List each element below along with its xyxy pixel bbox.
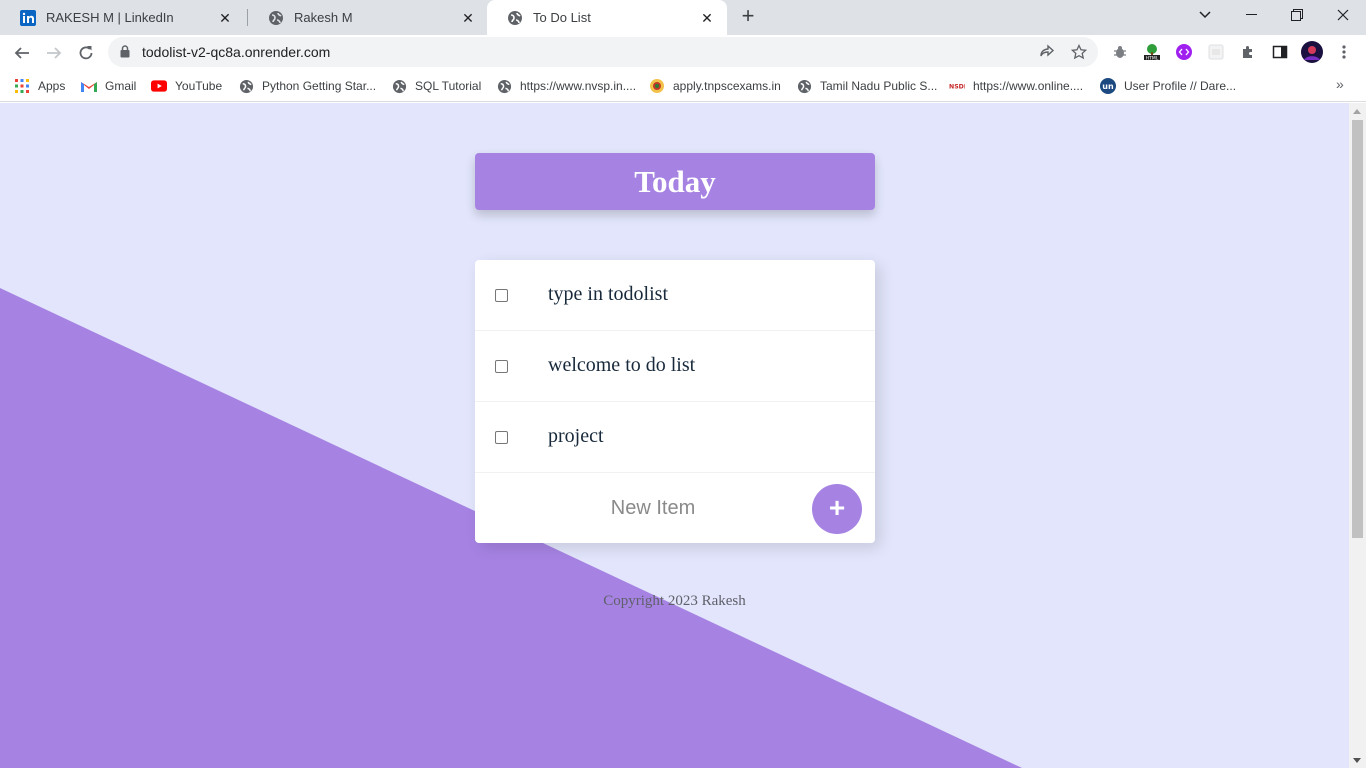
lock-icon[interactable]: [120, 45, 130, 63]
page-scrollbar[interactable]: [1349, 103, 1366, 768]
close-tab-icon[interactable]: ✕: [699, 10, 715, 26]
bookmark-youtube[interactable]: YouTube: [151, 77, 222, 95]
tab-strip: RAKESH M | LinkedIn ✕ Rakesh M ✕ To Do L…: [0, 0, 1366, 35]
bookmark-label: https://www.online....: [973, 79, 1084, 93]
back-icon[interactable]: [8, 39, 36, 67]
bookmark-sql-tutorial[interactable]: SQL Tutorial: [391, 77, 481, 95]
footer-copyright: Copyright 2023 Rakesh: [603, 593, 746, 609]
globe-icon: [238, 78, 254, 94]
nsdl-icon: NSDL: [949, 78, 965, 94]
bookmark-label: SQL Tutorial: [415, 79, 482, 93]
bookmark-online[interactable]: NSDL https://www.online....: [949, 77, 1083, 95]
tab-title: To Do List: [533, 10, 591, 25]
bookmark-user-profile[interactable]: un User Profile // Dare...: [1100, 77, 1236, 95]
html-tree-extension-icon[interactable]: HTML: [1142, 42, 1162, 62]
url-text: todolist-v2-qc8a.onrender.com: [142, 44, 331, 60]
tab-rakesh[interactable]: Rakesh M ✕: [248, 0, 488, 35]
item-checkbox[interactable]: [495, 431, 508, 444]
youtube-icon: [151, 78, 167, 94]
item-text: project: [548, 425, 604, 447]
share-icon[interactable]: [1039, 44, 1055, 65]
extensions-puzzle-icon[interactable]: [1238, 42, 1258, 62]
close-tab-icon[interactable]: ✕: [460, 10, 476, 26]
globe-icon: [496, 78, 512, 94]
address-bar[interactable]: todolist-v2-qc8a.onrender.com: [108, 37, 1098, 67]
new-item-form: New Item +: [475, 473, 875, 543]
close-tab-icon[interactable]: ✕: [217, 10, 233, 26]
globe-icon: [391, 78, 407, 94]
profile-avatar[interactable]: [1300, 40, 1324, 64]
tab-todo-active[interactable]: To Do List ✕: [487, 0, 727, 35]
heading-box: Today: [475, 153, 875, 210]
gmail-icon: [81, 78, 97, 94]
bookmark-tamil-nadu[interactable]: Tamil Nadu Public S...: [796, 77, 937, 95]
tab-title: RAKESH M | LinkedIn: [46, 10, 174, 25]
bookmark-tnpsc[interactable]: apply.tnpscexams.in: [649, 77, 781, 95]
tab-linkedin[interactable]: RAKESH M | LinkedIn ✕: [0, 0, 245, 35]
code-extension-icon[interactable]: [1174, 42, 1194, 62]
add-item-button[interactable]: +: [812, 484, 862, 534]
emblem-icon: [649, 78, 665, 94]
item-text: type in todolist: [548, 283, 668, 305]
bug-extension-icon[interactable]: [1110, 42, 1130, 62]
apps-grid-icon: [14, 78, 30, 94]
svg-text:HTML: HTML: [1146, 55, 1159, 61]
restore-icon[interactable]: [1274, 0, 1320, 30]
blank-extension-icon[interactable]: [1206, 42, 1226, 62]
side-panel-icon[interactable]: [1270, 42, 1290, 62]
bookmark-label: User Profile // Dare...: [1124, 79, 1237, 93]
bookmark-label: YouTube: [175, 79, 223, 93]
bookmark-label: https://www.nvsp.in....: [520, 79, 637, 93]
bookmark-label: Apps: [38, 79, 66, 93]
globe-icon: [796, 78, 812, 94]
bookmark-apps[interactable]: Apps: [14, 77, 65, 95]
scroll-thumb[interactable]: [1352, 120, 1363, 538]
bookmark-label: apply.tnpscexams.in: [673, 79, 781, 93]
item-text: welcome to do list: [548, 354, 696, 376]
more-bookmarks-icon[interactable]: »: [1336, 76, 1344, 92]
item-checkbox[interactable]: [495, 289, 508, 302]
bookmark-label: Tamil Nadu Public S...: [820, 79, 938, 93]
globe-icon: [507, 10, 523, 26]
browser-toolbar: todolist-v2-qc8a.onrender.com HTML: [0, 35, 1366, 70]
todo-list: type in todolist welcome to do list proj…: [475, 260, 875, 543]
bookmark-label: Python Getting Star...: [262, 79, 377, 93]
bookmark-nvsp[interactable]: https://www.nvsp.in....: [496, 77, 636, 95]
reload-icon[interactable]: [72, 39, 100, 67]
list-item: type in todolist: [475, 260, 875, 331]
tab-title: Rakesh M: [294, 10, 353, 25]
scroll-down-arrow-icon[interactable]: [1353, 758, 1361, 763]
tab-search-icon[interactable]: [1182, 0, 1228, 30]
list-item: welcome to do list: [475, 331, 875, 402]
bookmark-gmail[interactable]: Gmail: [81, 77, 136, 95]
unstop-icon: un: [1100, 78, 1116, 94]
new-tab-icon[interactable]: +: [736, 5, 760, 29]
page-title: Today: [634, 163, 716, 199]
forward-icon[interactable]: [40, 39, 68, 67]
bookmarks-bar: Apps Gmail YouTube Python Getting Star..…: [0, 70, 1366, 102]
list-item: project: [475, 402, 875, 473]
svg-text:un: un: [1102, 82, 1114, 91]
page-viewport: Today type in todolist welcome to do lis…: [0, 103, 1349, 768]
bookmark-python[interactable]: Python Getting Star...: [238, 77, 376, 95]
new-item-input[interactable]: New Item: [475, 491, 831, 525]
menu-kebab-icon[interactable]: [1334, 42, 1354, 62]
item-checkbox[interactable]: [495, 360, 508, 373]
bookmark-star-icon[interactable]: [1070, 43, 1088, 65]
bookmark-label: Gmail: [105, 79, 137, 93]
globe-icon: [268, 10, 284, 26]
scroll-up-arrow-icon[interactable]: [1353, 109, 1361, 114]
svg-text:NSDL: NSDL: [949, 84, 965, 91]
minimize-icon[interactable]: [1228, 0, 1274, 30]
close-window-icon[interactable]: [1320, 0, 1366, 30]
linkedin-icon: [20, 9, 36, 26]
